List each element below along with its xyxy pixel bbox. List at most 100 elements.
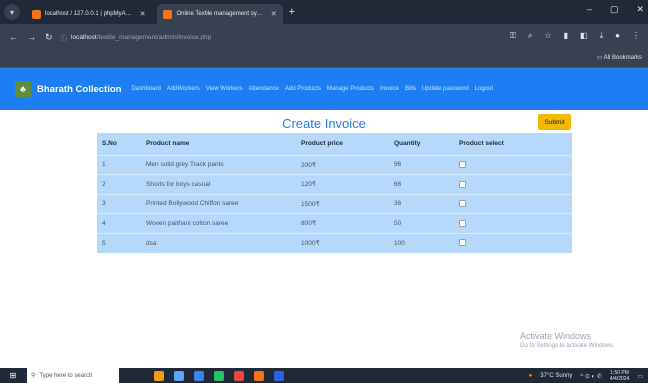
site-navbar: ♣ Bharath Collection Dashboard AddWorker… (0, 68, 648, 110)
activate-windows-watermark: Activate Windows Go to Settings to activ… (520, 331, 615, 349)
taskbar-search-input[interactable]: ⚲ Type here to search (27, 368, 119, 383)
toolbar-icons: ⚿ ⌕ ☆ ▮ ◧ ⤓ ● ⋮ (510, 31, 640, 41)
nav-links: Dashboard AddWorkers View Workers Attend… (131, 86, 493, 92)
cell-quantity: 36 (389, 193, 454, 214)
reload-icon[interactable]: ↻ (45, 32, 53, 43)
nav-add-products[interactable]: Add Products (285, 86, 321, 92)
tray-icons[interactable]: ^ ⊙ ◐ ✆ (580, 373, 602, 380)
key-icon[interactable]: ⚿ (510, 31, 516, 41)
brand-name[interactable]: Bharath Collection (37, 84, 121, 95)
table-row: 5 dsa 1000₹ 100 (97, 232, 572, 253)
table-row: 4 Woven paithani cotton saree 800₹ 50 (97, 213, 572, 233)
system-tray: ● 37°C Sunny ^ ⊙ ◐ ✆ 1:50 PM 4/4/2024 ▭ (529, 370, 643, 382)
close-tab-icon[interactable]: ✕ (271, 10, 277, 18)
close-tab-icon[interactable]: ✕ (140, 10, 146, 18)
extensions-puzzle-icon[interactable]: ◧ (580, 31, 588, 41)
minimize-icon[interactable]: – (587, 4, 592, 15)
nav-manage-products[interactable]: Manage Products (327, 86, 374, 92)
tab-label: Online Textile management sy… (176, 11, 263, 17)
cell-product-name: dsa (141, 232, 296, 253)
search-icon: ⚲ (31, 373, 36, 379)
cell-select (454, 232, 572, 253)
cell-product-price: 200₹ (296, 154, 389, 175)
weather-icon: ● (528, 373, 533, 379)
site-info-icon[interactable]: ⓘ (61, 32, 68, 42)
windows-taskbar: ⊞ ⚲ Type here to search ● 37°C Sunny ^ ⊙… (0, 368, 648, 383)
file-explorer-icon[interactable] (194, 370, 204, 381)
window-controls: – ▢ ✕ (587, 4, 644, 15)
task-view-icon[interactable] (174, 370, 184, 381)
tab-search-icon[interactable]: ▾ (4, 4, 20, 20)
cell-sno: 5 (97, 232, 141, 253)
cell-product-name: Men solid grey Track pants (141, 154, 296, 175)
cell-select (454, 193, 572, 214)
taskbar-apps (154, 370, 284, 381)
download-icon[interactable]: ⤓ (600, 31, 604, 41)
nav-dashboard[interactable]: Dashboard (131, 86, 160, 92)
new-tab-icon[interactable]: + (289, 6, 295, 18)
cell-select (454, 154, 572, 175)
address-bar-row: ← → ↻ ⓘ localhost/textile_management/adm… (0, 24, 648, 50)
product-select-checkbox[interactable] (459, 161, 466, 169)
cell-product-price: 120₹ (296, 174, 389, 194)
maximize-icon[interactable]: ▢ (610, 4, 619, 15)
cell-quantity: 66 (389, 174, 454, 194)
nav-attendance[interactable]: Attendance (249, 86, 279, 92)
product-select-checkbox[interactable] (459, 180, 466, 188)
product-select-checkbox[interactable] (459, 239, 466, 247)
brand-logo-icon[interactable]: ♣ (15, 81, 31, 97)
cell-product-name: Woven paithani cotton saree (141, 213, 296, 233)
header-product-select: Product select (459, 140, 504, 148)
cell-sno: 2 (97, 174, 141, 194)
nav-update-password[interactable]: Update password (422, 86, 469, 92)
submit-button[interactable]: Submit (538, 114, 571, 130)
widgets-icon[interactable] (154, 370, 164, 381)
bookmark-star-icon[interactable]: ☆ (544, 31, 551, 41)
cell-sno: 4 (97, 213, 141, 233)
word-icon[interactable] (274, 370, 284, 381)
browser-tab-textile[interactable]: Online Textile management sy… ✕ (157, 4, 283, 24)
nav-bills[interactable]: Bills (405, 86, 416, 92)
menu-icon[interactable]: ⋮ (632, 31, 640, 41)
profile-icon[interactable]: ● (615, 31, 620, 41)
close-window-icon[interactable]: ✕ (636, 4, 644, 15)
url-field[interactable]: ⓘ localhost/textile_management/admin/inv… (61, 32, 212, 43)
all-bookmarks-button[interactable]: ▭ All Bookmarks (597, 54, 642, 61)
product-select-checkbox[interactable] (459, 219, 466, 227)
header-sno: S.No (102, 140, 117, 148)
search-placeholder: Type here to search (39, 372, 93, 379)
folder-icon: ▭ (596, 55, 604, 61)
back-icon[interactable]: ← (9, 32, 18, 42)
table-row: 1 Men solid grey Track pants 200₹ 96 (97, 154, 572, 175)
table-header-row: S.No Product name Product price Quantity… (97, 133, 572, 155)
weather-text[interactable]: 37°C Sunny (540, 373, 572, 379)
header-product-price: Product price (301, 140, 343, 148)
nav-logout[interactable]: Logout (475, 86, 493, 92)
nav-view-workers[interactable]: View Workers (206, 86, 243, 92)
notification-icon[interactable]: ▭ (637, 373, 643, 380)
cell-product-price: 1000₹ (296, 232, 389, 253)
forward-icon[interactable]: → (27, 32, 36, 42)
chrome-icon[interactable] (214, 370, 224, 381)
phpmyadmin-favicon-icon (32, 9, 41, 19)
extension-icon[interactable]: ▮ (564, 31, 568, 41)
cell-product-price: 800₹ (296, 213, 389, 233)
nav-addworkers[interactable]: AddWorkers (167, 86, 200, 92)
xampp-icon[interactable] (234, 370, 244, 381)
table-row: 2 Shorts for boys casual 120₹ 66 (97, 174, 572, 194)
bookmarks-bar: ▭ All Bookmarks (0, 50, 648, 68)
cell-quantity: 96 (389, 154, 454, 175)
url-path: /textile_management/admin/invoice.php (96, 33, 212, 41)
cell-product-name: Shorts for boys casual (141, 174, 296, 194)
nav-invoice[interactable]: Invoice (380, 86, 399, 92)
cell-select (454, 174, 572, 194)
app-icon[interactable] (254, 370, 264, 381)
cell-sno: 3 (97, 193, 141, 214)
table-row: 3 Printed Bollywood Chiffon saree 1500₹ … (97, 193, 572, 214)
clock[interactable]: 1:50 PM 4/4/2024 (610, 370, 629, 382)
product-select-checkbox[interactable] (459, 200, 466, 208)
windows-start-icon[interactable]: ⊞ (5, 371, 21, 380)
browser-tab-phpmyadmin[interactable]: localhost / 127.0.0.1 | phpMyA… ✕ (26, 4, 151, 24)
zoom-icon[interactable]: ⌕ (528, 31, 532, 41)
cell-product-price: 1500₹ (296, 193, 389, 214)
